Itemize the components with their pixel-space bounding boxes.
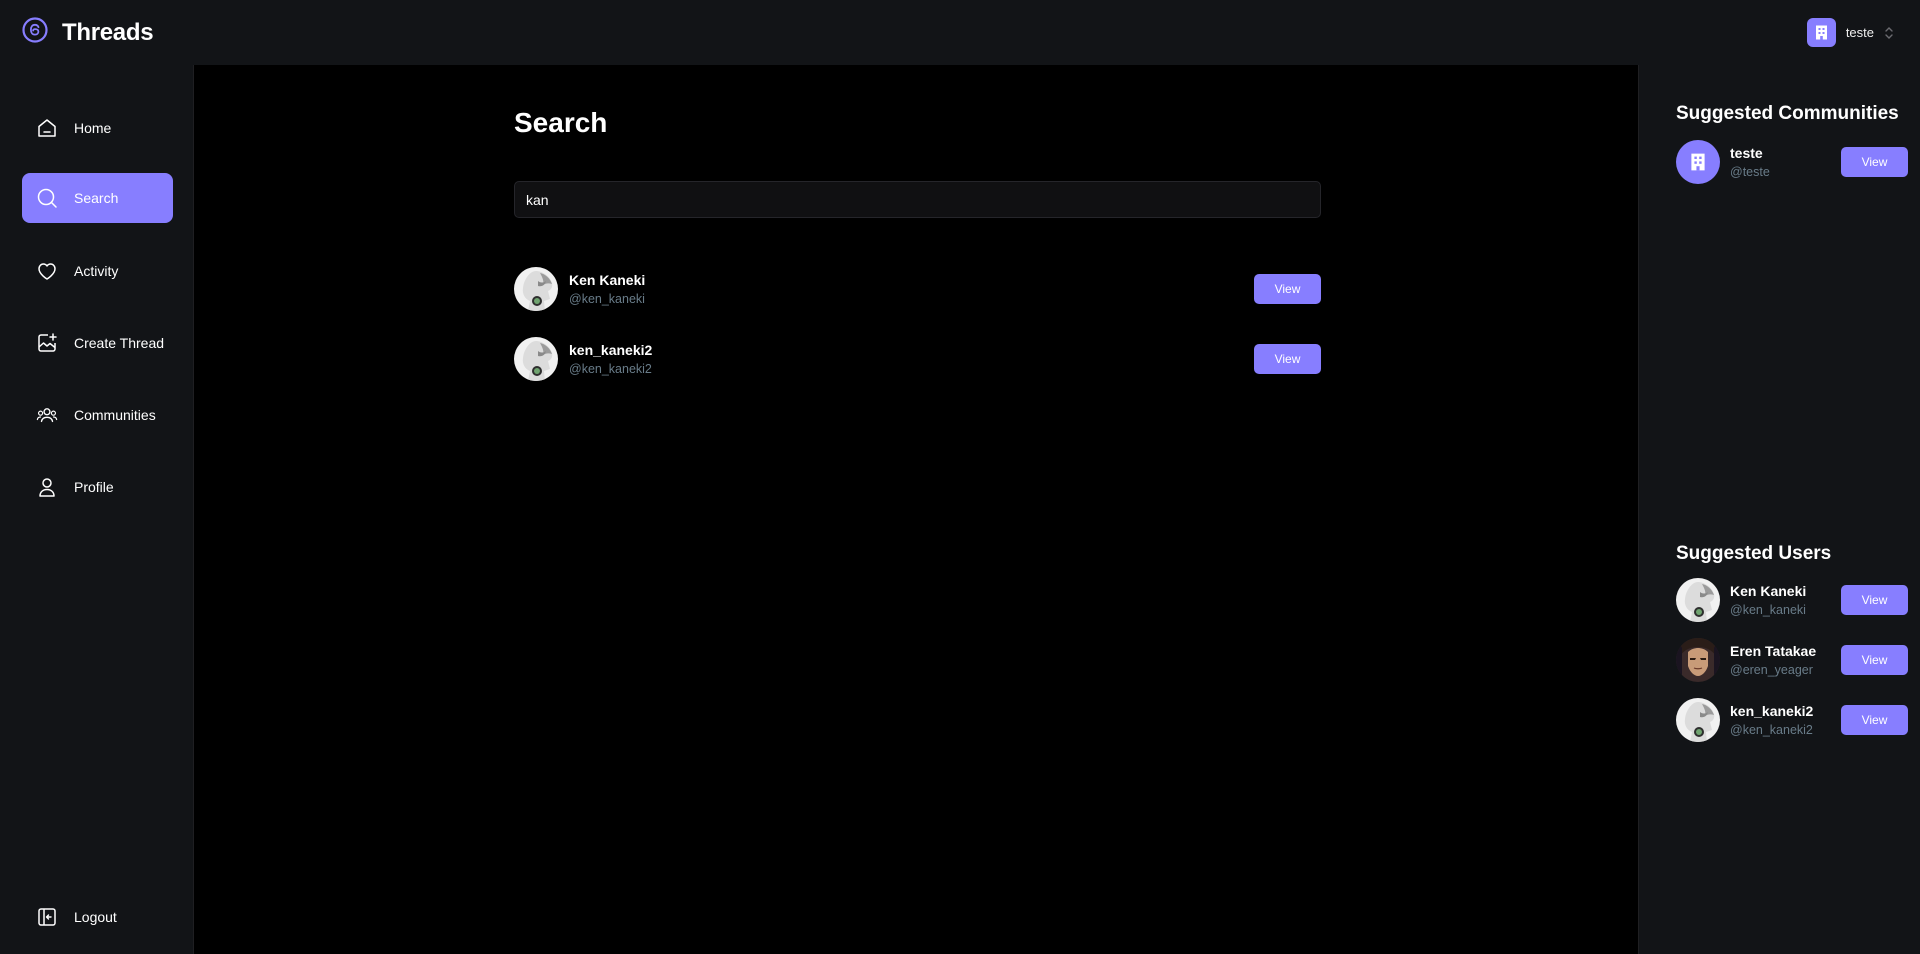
logout-label: Logout xyxy=(74,909,117,925)
suggested-communities-heading: Suggested Communities xyxy=(1676,103,1899,124)
community-item: teste @teste View xyxy=(1676,139,1908,185)
user-name: ken_kaneki2 xyxy=(1730,703,1814,719)
threads-logo-icon xyxy=(22,17,48,48)
sidebar-item-label: Create Thread xyxy=(74,335,165,351)
user-handle: @ken_kaneki2 xyxy=(1730,723,1813,737)
page-title: Search xyxy=(514,107,608,138)
home-icon xyxy=(36,117,58,139)
sidebar-item-label: Activity xyxy=(74,263,119,279)
avatar xyxy=(1676,578,1720,622)
sidebar-item-create-thread[interactable]: Create Thread xyxy=(22,318,173,368)
suggested-user-item: ken_kaneki2 @ken_kaneki2 View xyxy=(1676,697,1908,743)
result-handle: @ken_kaneki2 xyxy=(569,362,652,376)
sidebar-item-label: Profile xyxy=(74,479,114,495)
result-handle: @ken_kaneki xyxy=(569,292,645,306)
right-sidebar: Suggested Communities teste @teste View … xyxy=(1638,65,1920,954)
user-handle: @eren_yeager xyxy=(1730,663,1813,677)
sidebar-item-activity[interactable]: Activity xyxy=(22,246,173,296)
avatar xyxy=(514,267,558,311)
users-icon xyxy=(36,404,58,426)
suggested-user-item: Ken Kaneki @ken_kaneki View xyxy=(1676,577,1908,623)
main-content: Search Ken Kaneki @ken_kaneki View xyxy=(195,65,1638,954)
avatar xyxy=(1676,698,1720,742)
user-handle: @ken_kaneki xyxy=(1730,603,1806,617)
sidebar-item-profile[interactable]: Profile xyxy=(22,462,173,512)
suggested-user-item: Eren Tatakae @eren_yeager View xyxy=(1676,637,1908,683)
view-user-button[interactable]: View xyxy=(1841,705,1908,735)
user-name: Ken Kaneki xyxy=(1730,583,1807,599)
result-name: ken_kaneki2 xyxy=(569,342,653,358)
sidebar-item-home[interactable]: Home xyxy=(22,103,173,153)
community-name: teste xyxy=(1730,145,1763,161)
organization-avatar xyxy=(1806,18,1836,47)
organization-switcher[interactable]: teste xyxy=(1806,18,1894,47)
building-icon xyxy=(1815,25,1827,40)
search-icon xyxy=(36,187,58,209)
sidebar-item-label: Communities xyxy=(74,407,156,423)
view-user-button[interactable]: View xyxy=(1254,274,1321,304)
brand[interactable]: Threads xyxy=(22,17,154,48)
community-avatar xyxy=(1676,140,1720,184)
search-result-item: Ken Kaneki @ken_kaneki View xyxy=(514,266,1321,312)
avatar xyxy=(514,337,558,381)
logout-button[interactable]: Logout xyxy=(22,892,173,942)
view-community-button[interactable]: View xyxy=(1841,147,1908,177)
organization-name: teste xyxy=(1845,25,1874,40)
create-thread-icon xyxy=(36,332,58,354)
result-name: Ken Kaneki xyxy=(569,272,646,288)
chevron-up-down-icon xyxy=(1884,25,1894,41)
suggested-users-heading: Suggested Users xyxy=(1676,543,1832,564)
view-user-button[interactable]: View xyxy=(1254,344,1321,374)
view-user-button[interactable]: View xyxy=(1841,585,1908,615)
search-input[interactable] xyxy=(514,181,1321,218)
view-user-button[interactable]: View xyxy=(1841,645,1908,675)
heart-icon xyxy=(36,260,58,282)
user-icon xyxy=(36,476,58,498)
left-sidebar: Home Search Activity Create Thread Commu… xyxy=(0,65,194,954)
building-icon xyxy=(1691,153,1705,171)
top-bar: Threads teste xyxy=(0,0,1920,65)
search-result-item: ken_kaneki2 @ken_kaneki2 View xyxy=(514,336,1321,382)
brand-title: Threads xyxy=(62,18,154,46)
user-name: Eren Tatakae xyxy=(1730,643,1817,659)
sidebar-item-search[interactable]: Search xyxy=(22,173,173,223)
sidebar-item-label: Home xyxy=(74,120,112,136)
avatar xyxy=(1676,638,1720,682)
logout-icon xyxy=(36,906,58,928)
sidebar-item-label: Search xyxy=(74,190,119,206)
community-handle: @teste xyxy=(1730,165,1770,179)
sidebar-item-communities[interactable]: Communities xyxy=(22,390,173,440)
